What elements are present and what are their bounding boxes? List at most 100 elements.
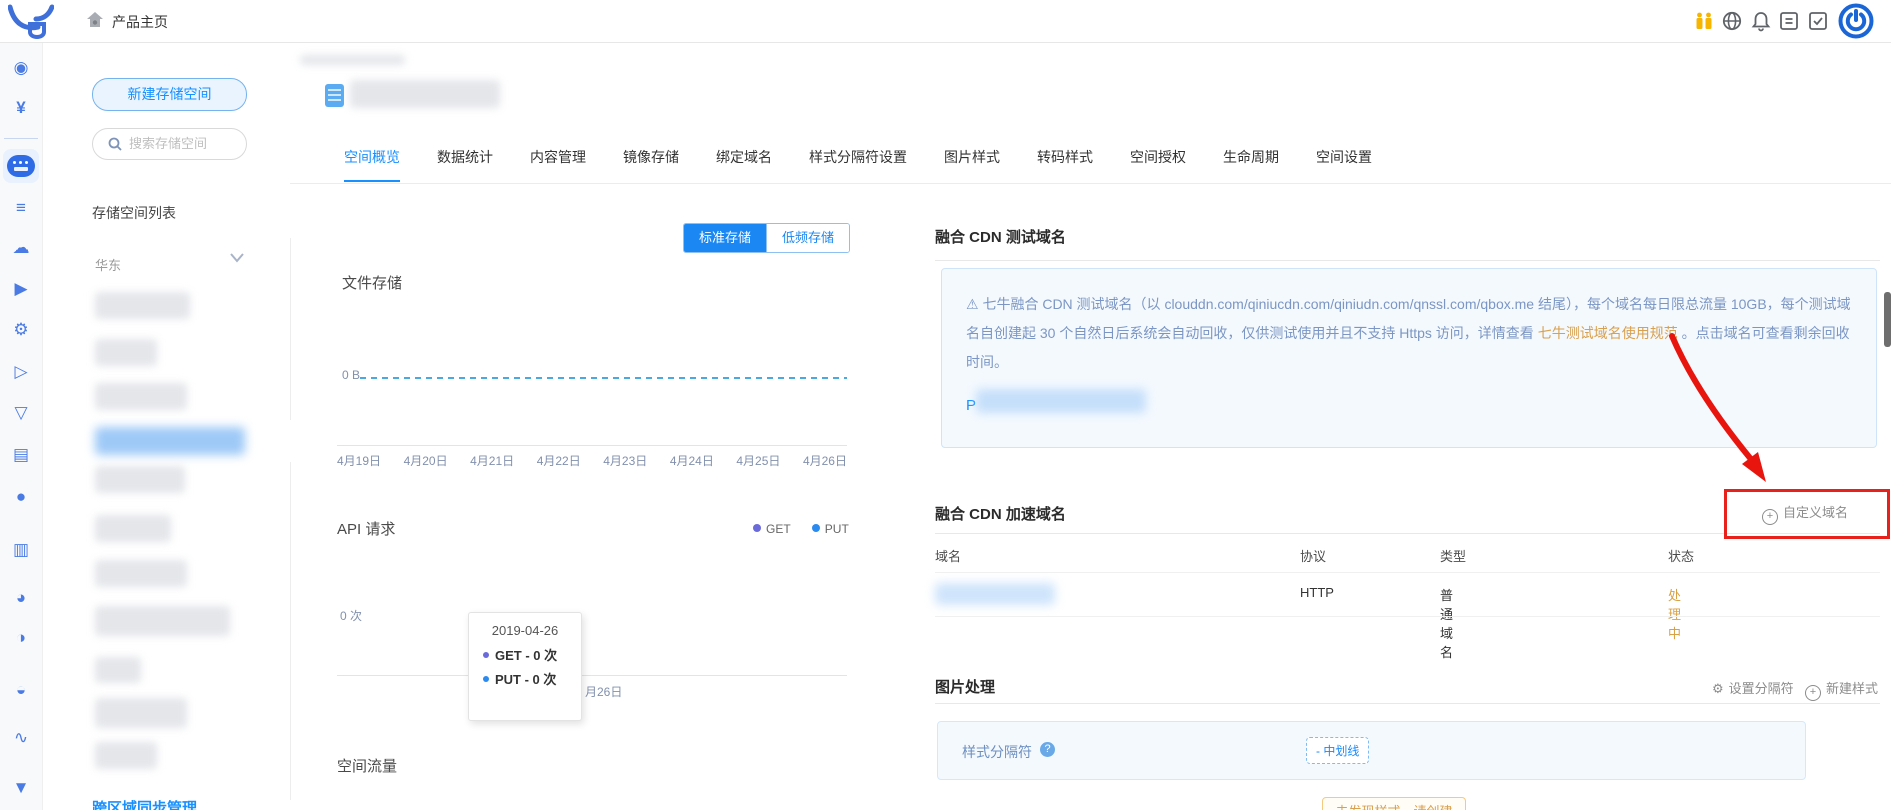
- tooltip-get-row: GET - 0 次: [469, 645, 581, 664]
- accel-domain-blurred[interactable]: [935, 583, 1055, 605]
- bucket-title-blurred: [350, 80, 500, 108]
- bucket-item[interactable]: [95, 742, 157, 769]
- video-icon[interactable]: ▷: [0, 362, 42, 382]
- bucket-list-title: 存储空间列表: [92, 205, 176, 221]
- create-style-button[interactable]: 未发现样式，请创建: [1322, 797, 1466, 810]
- toggle-standard-storage[interactable]: 标准存储: [684, 224, 766, 252]
- tab-data-statistics[interactable]: 数据统计: [437, 147, 493, 182]
- bucket-item[interactable]: [95, 292, 190, 319]
- tab-space-authorization[interactable]: 空间授权: [1130, 147, 1186, 182]
- api-x-axis: [337, 675, 847, 676]
- funnel-icon[interactable]: ▽: [0, 403, 42, 423]
- rail-divider: [4, 138, 38, 139]
- new-bucket-button[interactable]: 新建存储空间: [92, 78, 247, 111]
- get-dot-icon: [483, 652, 489, 658]
- tab-style-separator-settings[interactable]: 样式分隔符设置: [809, 147, 907, 182]
- gear-icon: ⚙: [1712, 681, 1724, 696]
- new-style-button[interactable]: + 新建样式: [1805, 678, 1878, 701]
- tuner-icon[interactable]: ⚙: [0, 320, 42, 340]
- bookmark-icon[interactable]: ▼: [0, 778, 42, 798]
- bucket-item[interactable]: [95, 515, 171, 542]
- cdn-test-domain-title: 融合 CDN 测试域名: [935, 229, 1066, 246]
- file-storage-flatline: [360, 377, 847, 379]
- search-bucket-input[interactable]: 搜索存储空间: [92, 128, 247, 160]
- globe-icon[interactable]: [1721, 10, 1743, 32]
- top-bar: 产品主页: [0, 0, 1891, 43]
- disk-icon[interactable]: ●: [0, 487, 42, 507]
- file-storage-date-axis: 4月19日 4月20日 4月21日 4月22日 4月23日 4月24日 4月25…: [337, 452, 847, 469]
- avatar-power-icon[interactable]: [1838, 3, 1874, 39]
- tab-space-settings[interactable]: 空间设置: [1316, 147, 1372, 182]
- table-divider: [935, 616, 1880, 617]
- security-icon[interactable]: ◕: [0, 588, 42, 608]
- bucket-doc-icon: [325, 84, 344, 107]
- cross-region-sync-link[interactable]: 跨区域同步管理: [92, 797, 197, 810]
- product-home-link[interactable]: 产品主页: [112, 12, 168, 32]
- cdn-accel-domain-title: 融合 CDN 加速域名: [935, 506, 1066, 523]
- table-divider: [935, 572, 1880, 573]
- chevron-down-icon[interactable]: [230, 253, 244, 263]
- separator-tag: - 中划线: [1306, 737, 1370, 764]
- tab-mirror-storage[interactable]: 镜像存储: [623, 147, 679, 182]
- test-domain-link[interactable]: P: [966, 397, 976, 414]
- bucket-item[interactable]: [95, 466, 185, 493]
- tab-bind-domain[interactable]: 绑定域名: [716, 147, 772, 182]
- put-dot-icon: [483, 676, 489, 682]
- set-separator-button[interactable]: ⚙ 设置分隔符: [1712, 678, 1794, 697]
- date-tick: 4月20日: [403, 454, 448, 468]
- database-icon[interactable]: ▥: [0, 540, 42, 560]
- image-processing-title: 图片处理: [935, 679, 996, 696]
- bucket-item[interactable]: [95, 560, 187, 587]
- billing-icon[interactable]: ¥: [0, 98, 42, 118]
- file-storage-zero-label: 0 B: [342, 368, 361, 382]
- help-icon[interactable]: ?: [1040, 742, 1055, 757]
- tab-space-overview[interactable]: 空间概览: [344, 147, 400, 182]
- toggle-infrequent-storage[interactable]: 低频存储: [766, 224, 849, 252]
- api-requests-chart-title: API 请求: [337, 521, 396, 538]
- style-separator-box: 样式分隔符 ? - 中划线: [937, 721, 1806, 780]
- legend-put: PUT: [811, 522, 849, 536]
- panel-edge: [290, 238, 291, 420]
- bucket-item-selected[interactable]: [95, 427, 245, 455]
- gift-icon[interactable]: [1694, 11, 1714, 31]
- tab-content-management[interactable]: 内容管理: [530, 147, 586, 182]
- object-storage-icon[interactable]: [7, 155, 35, 177]
- test-domain-spec-link[interactable]: 七牛测试域名使用规范: [1538, 325, 1678, 341]
- search-placeholder: 搜索存储空间: [129, 136, 208, 151]
- api-requests-legend: GET PUT: [753, 522, 849, 536]
- date-tick: 4月24日: [669, 454, 714, 468]
- col-header-domain: 域名: [935, 549, 962, 564]
- tab-lifecycle[interactable]: 生命周期: [1223, 147, 1279, 182]
- config-icon[interactable]: ≡: [0, 198, 42, 218]
- tab-transcode-style[interactable]: 转码样式: [1037, 147, 1093, 182]
- planet-icon[interactable]: ◒: [0, 680, 42, 700]
- overview-icon[interactable]: ◉: [0, 58, 42, 78]
- route-icon[interactable]: ∿: [0, 728, 42, 748]
- bucket-item[interactable]: [95, 657, 141, 683]
- legend-get: GET: [753, 522, 790, 536]
- cloud-icon[interactable]: ☁: [0, 238, 42, 258]
- console-icon[interactable]: [1779, 11, 1799, 31]
- bucket-item[interactable]: [95, 606, 230, 636]
- qiniu-console: 产品主页 ◉ ¥ ≡ ☁ ▶ ⚙ ▷ ▽ ▤ ● ▥ ◕ ◑ ◒ ∿ ▼ 新建存…: [0, 0, 1891, 810]
- bell-icon[interactable]: [1750, 10, 1772, 32]
- bucket-item[interactable]: [95, 339, 157, 366]
- storage-type-toggle: 标准存储 低频存储: [683, 223, 850, 253]
- tabbar-divider: [290, 183, 1891, 184]
- media-icon[interactable]: ▶: [0, 279, 42, 299]
- todo-icon[interactable]: [1808, 11, 1828, 31]
- tab-image-style[interactable]: 图片样式: [944, 147, 1000, 182]
- home-icon[interactable]: [85, 10, 105, 30]
- test-domain-blurred[interactable]: [976, 389, 1146, 413]
- api-date-tick: 月26日: [585, 685, 623, 699]
- col-header-type: 类型: [1440, 549, 1467, 564]
- qiniu-logo-icon[interactable]: [8, 3, 54, 39]
- region-select[interactable]: 华东: [95, 255, 121, 274]
- bucket-item[interactable]: [95, 698, 187, 728]
- bucket-item[interactable]: [95, 383, 187, 410]
- file-storage-chart-title: 文件存储: [342, 275, 403, 292]
- scrollbar-thumb[interactable]: [1884, 292, 1891, 347]
- api-zero-label: 0 次: [340, 609, 363, 623]
- flash-icon[interactable]: ◑: [0, 628, 42, 648]
- table-icon[interactable]: ▤: [0, 445, 42, 465]
